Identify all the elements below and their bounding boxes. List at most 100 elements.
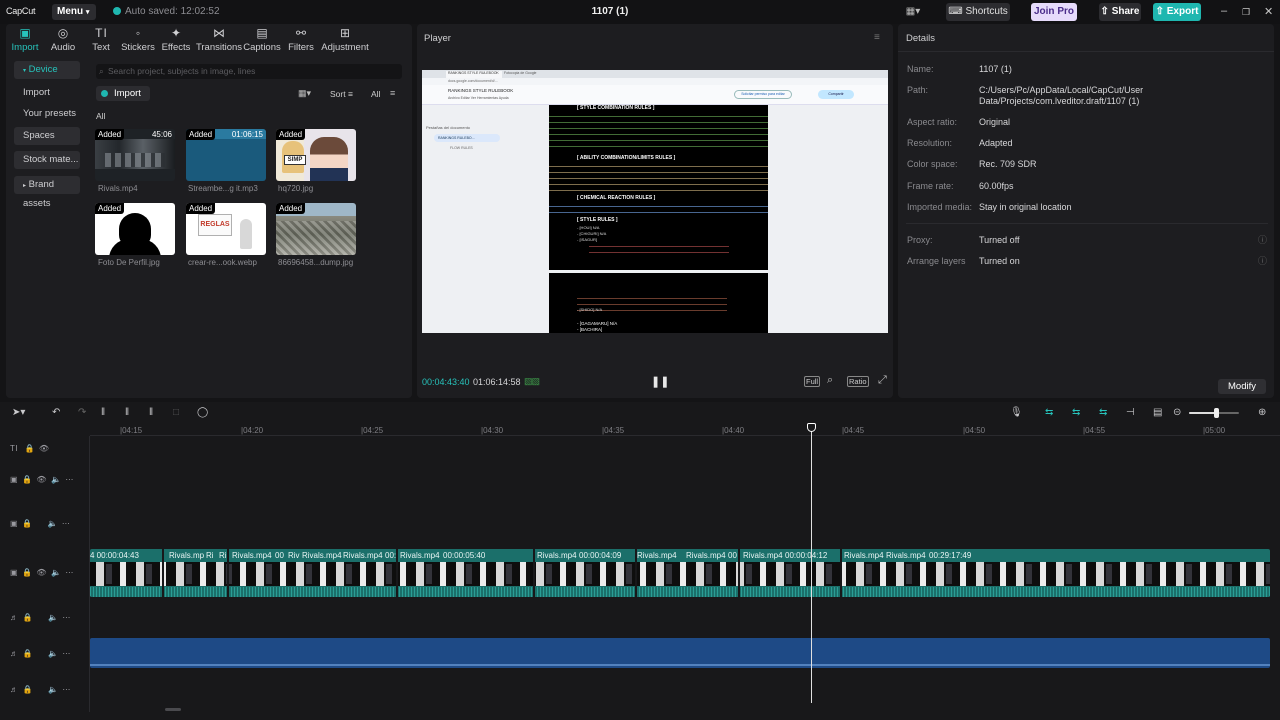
- audio-track-controls[interactable]: ♬ 🔒 🔈 ⋯: [10, 613, 70, 622]
- shield-icon[interactable]: ◯: [197, 407, 208, 418]
- close-icon[interactable]: ✕: [1264, 5, 1273, 18]
- audio-track-controls[interactable]: ♬ 🔒 🔈 ⋯: [10, 649, 70, 658]
- linkage-icon[interactable]: ⇆: [1099, 407, 1107, 418]
- clip-label: 00:00:04:12: [785, 551, 828, 560]
- tab-captions[interactable]: ▤ Captions: [240, 26, 284, 53]
- detail-label: Name:: [907, 64, 934, 74]
- duration-label: 45:06: [151, 130, 172, 139]
- main-track-magnet-icon[interactable]: ⇆: [1045, 407, 1053, 418]
- import-button[interactable]: Import: [96, 86, 150, 101]
- clip-label: Rivals.mp4: [232, 551, 272, 560]
- zoom-in-icon[interactable]: ⊕: [1258, 407, 1266, 418]
- sidebar-item-spaces[interactable]: Spaces: [14, 127, 80, 145]
- clip-label: 00:29:17:49: [929, 551, 972, 560]
- join-pro-button[interactable]: Join Pro: [1031, 3, 1077, 21]
- audio-track-controls[interactable]: ♬ 🔒 🔈 ⋯: [10, 685, 70, 694]
- doc-outline-item: RANKINGS RULEBO...: [434, 134, 500, 142]
- ratio-button[interactable]: Ratio: [847, 376, 869, 387]
- media-item-rivals[interactable]: Added 45:06: [95, 129, 175, 181]
- media-item-dump[interactable]: Added: [276, 203, 356, 255]
- zoom-fit-icon[interactable]: ⌕: [827, 374, 833, 387]
- share-icon: ⇧: [1100, 6, 1109, 17]
- total-timecode: 01:06:14:58: [473, 377, 521, 387]
- tab-filters[interactable]: ⚯ Filters: [279, 26, 323, 53]
- microphone-icon[interactable]: 🎙: [1010, 407, 1023, 418]
- info-icon[interactable]: ⓘ: [1258, 233, 1267, 246]
- clip-label: Rivals.mp4: [886, 551, 926, 560]
- clip-label: 4 00:00:04:43: [90, 551, 139, 560]
- details-title: Details: [906, 33, 936, 44]
- sidebar-item-presets[interactable]: Your presets: [14, 105, 80, 123]
- layout-icon[interactable]: ▦▾: [902, 3, 924, 21]
- delete-icon[interactable]: □: [173, 407, 179, 418]
- main-track-controls[interactable]: ▣ 🔒 👁 🔈 ⋯: [10, 568, 73, 577]
- sidebar-item-device[interactable]: ▾ Device: [14, 61, 80, 79]
- full-button[interactable]: Full: [804, 376, 821, 387]
- sidebar-item-stock[interactable]: Stock mate...: [14, 151, 80, 169]
- auto-snap-icon[interactable]: ⇆: [1072, 407, 1080, 418]
- split-icon[interactable]: ‖: [101, 407, 105, 418]
- browser-tab: Fotocopia de Google: [504, 71, 537, 75]
- tab-adjustment[interactable]: ⊞ Adjustment: [320, 26, 370, 53]
- media-name: hq720.jpg: [278, 184, 314, 193]
- overlay-track-controls[interactable]: ▣ 🔒 🔈 ⋯: [10, 519, 70, 528]
- clip-label: Rivals.mp4: [537, 551, 577, 560]
- sort-button[interactable]: Sort ≡: [330, 89, 353, 99]
- shortcuts-button[interactable]: ⌨ Shortcuts: [946, 3, 1010, 21]
- reglas-board: REGLAS: [198, 214, 232, 236]
- anime-figure: [310, 137, 348, 181]
- ruler-tick: |04:15: [120, 426, 143, 435]
- minimize-icon[interactable]: –: [1221, 5, 1227, 17]
- player-title: Player: [424, 33, 451, 44]
- clip-label: Rivals.mp4: [302, 551, 342, 560]
- preview-axis-icon[interactable]: ⊣: [1126, 407, 1135, 418]
- view-grid-icon[interactable]: ▦▾: [298, 88, 311, 99]
- audio-clip[interactable]: [90, 638, 1270, 668]
- export-button[interactable]: ⇧ Export: [1153, 3, 1201, 21]
- media-name: Streambe...g it.mp3: [188, 184, 258, 193]
- media-item-crear[interactable]: REGLAS Added: [186, 203, 266, 255]
- ruler-tick: |04:30: [481, 426, 504, 435]
- clip-label: Rivals.mp4: [343, 551, 383, 560]
- undo-icon[interactable]: ↶: [52, 407, 60, 418]
- overlay-track-controls[interactable]: ▣ 🔒 👁 🔈 ⋯: [10, 475, 73, 484]
- zoom-slider-thumb[interactable]: [1214, 408, 1219, 418]
- split-left-icon[interactable]: ‖: [125, 407, 129, 418]
- info-icon[interactable]: ⓘ: [1258, 254, 1267, 267]
- playhead-handle[interactable]: [807, 423, 816, 432]
- search-input[interactable]: ⌕ Search project, subjects in image, line…: [96, 64, 402, 79]
- maximize-icon[interactable]: ❐: [1242, 7, 1250, 18]
- clip-label: Rivals.mp4: [637, 551, 677, 560]
- split-right-icon[interactable]: ‖: [149, 407, 153, 418]
- keyboard-icon: ⌨: [948, 6, 966, 17]
- tab-transitions[interactable]: ⋈ Transitions: [195, 26, 243, 53]
- tab-effects[interactable]: ✦ Effects: [154, 26, 198, 53]
- sidebar-item-brand[interactable]: ▸ Brand assets: [14, 176, 80, 209]
- share-button[interactable]: ⇧ Share: [1099, 3, 1141, 21]
- added-badge: Added: [95, 203, 125, 214]
- modify-button[interactable]: Modify: [1218, 379, 1266, 394]
- clip-label: 00:00:05:40: [443, 551, 486, 560]
- detail-label: Imported media:: [907, 202, 973, 212]
- redo-icon[interactable]: ↷: [78, 407, 86, 418]
- clip-label: Riv: [288, 551, 300, 560]
- media-item-foto[interactable]: Added: [95, 203, 175, 255]
- fullscreen-icon[interactable]: ⤢: [878, 374, 887, 387]
- timeline-scrollbar[interactable]: [165, 708, 181, 711]
- ruler-tick: |04:55: [1083, 426, 1106, 435]
- select-cursor-icon[interactable]: ➤▾: [12, 407, 25, 418]
- media-item-streambe[interactable]: Added 01:06:15: [186, 129, 266, 181]
- caption-track-icon[interactable]: ▤: [1153, 407, 1162, 418]
- sidebar-item-import[interactable]: Import: [14, 84, 80, 102]
- zoom-out-icon[interactable]: ⊝: [1173, 407, 1181, 418]
- filter-all-button[interactable]: All: [371, 89, 380, 99]
- media-item-hq720[interactable]: SIMP Added: [276, 129, 356, 181]
- audio-waveform: [90, 664, 1270, 666]
- filter-icon[interactable]: ≡: [390, 88, 395, 98]
- captions-icon: ▤: [256, 26, 268, 40]
- doc-text-lines: [549, 113, 768, 147]
- detail-value-aspect: Original: [979, 117, 1011, 127]
- pause-icon[interactable]: ❚❚: [651, 375, 669, 388]
- playhead-line: [811, 427, 812, 703]
- player-menu-icon[interactable]: ≡: [874, 32, 880, 43]
